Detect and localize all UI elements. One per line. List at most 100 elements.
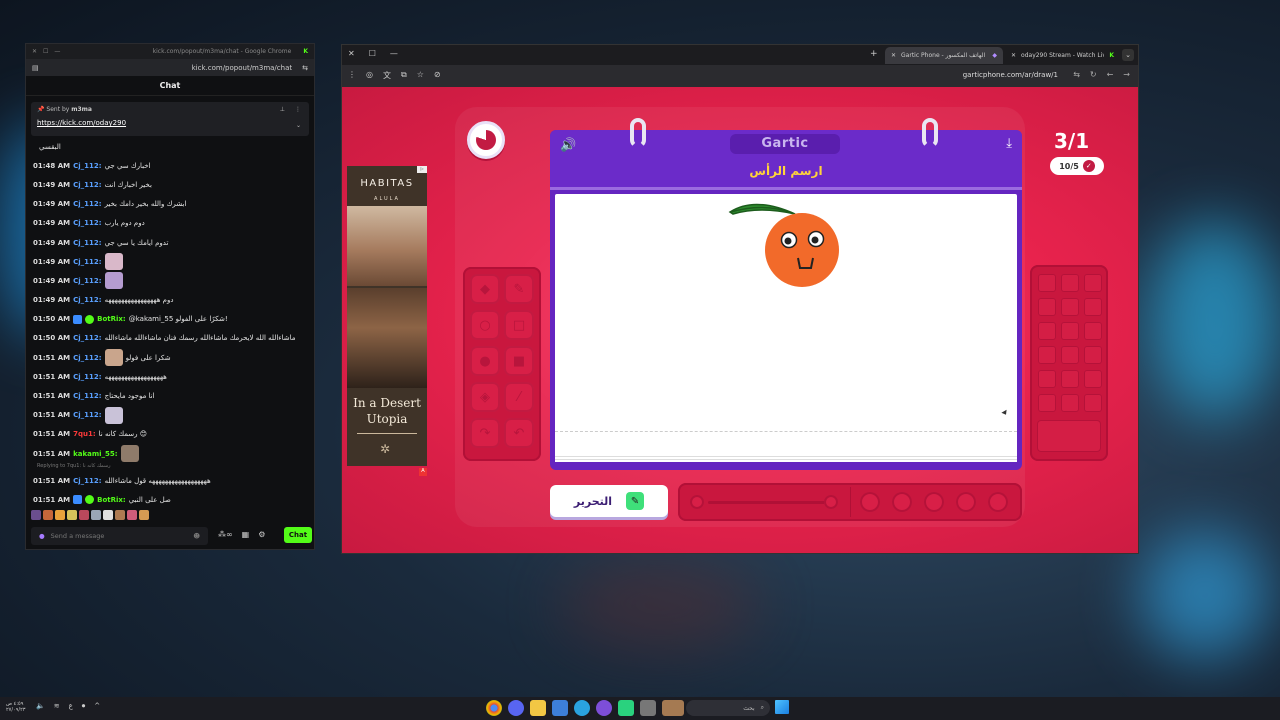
- minimize-icon[interactable]: —: [54, 48, 60, 55]
- color-swatch[interactable]: [1084, 274, 1102, 292]
- color-swatch[interactable]: [1084, 346, 1102, 364]
- message-username[interactable]: Cj_112:: [73, 334, 101, 342]
- maximize-icon[interactable]: ☐: [369, 49, 376, 58]
- emote-icon[interactable]: [79, 510, 89, 520]
- drawing-canvas[interactable]: [555, 194, 1017, 462]
- message-username[interactable]: Cj_112:: [73, 277, 101, 285]
- maximize-icon[interactable]: ☐: [43, 48, 48, 55]
- emote-icon[interactable]: [139, 510, 149, 520]
- message-username[interactable]: Cj_112:: [73, 354, 101, 362]
- message-username[interactable]: Cj_112:: [73, 392, 101, 400]
- pinned-message[interactable]: 📌 Sent by m3ma https://kick.com/oday290 …: [31, 102, 309, 136]
- screenshot-icon[interactable]: ⧉: [401, 70, 407, 81]
- windows-start-icon[interactable]: [775, 700, 789, 714]
- message-username[interactable]: Cj_112:: [73, 373, 101, 381]
- ad-close-icon[interactable]: A: [419, 468, 427, 476]
- color-swatch[interactable]: [1038, 322, 1056, 340]
- close-icon[interactable]: ✕: [891, 52, 896, 59]
- viewers-icon[interactable]: ⁂∞: [218, 530, 233, 539]
- back-icon[interactable]: ←: [1107, 70, 1114, 79]
- menu-icon[interactable]: ⋮: [348, 70, 356, 81]
- pin-icon[interactable]: ⊥: [280, 106, 285, 113]
- filled-rectangle-tool[interactable]: ■: [504, 346, 534, 376]
- message-username[interactable]: kakami_55:: [73, 450, 118, 458]
- new-tab-button[interactable]: +: [870, 49, 878, 59]
- message-username[interactable]: Cj_112:: [73, 296, 101, 304]
- telegram-icon[interactable]: [574, 700, 590, 716]
- discord-icon[interactable]: [508, 700, 524, 716]
- emote-bar[interactable]: [31, 508, 149, 522]
- message-username[interactable]: Cj_112:: [73, 162, 101, 170]
- chevron-up-icon[interactable]: ^: [94, 702, 100, 711]
- fill-tool[interactable]: ◆: [470, 274, 500, 304]
- chat-message[interactable]: 01:50 AM BotRix: @kakami_55 شكرًا على الفو…: [33, 310, 311, 329]
- extension-icon[interactable]: ◎: [366, 70, 373, 81]
- emote-icon[interactable]: [67, 510, 77, 520]
- color-swatch[interactable]: [1084, 370, 1102, 388]
- forward-icon[interactable]: →: [1123, 70, 1130, 79]
- tab-search-button[interactable]: ⌄: [1122, 49, 1134, 61]
- photos-icon[interactable]: [552, 700, 568, 716]
- chrome-icon[interactable]: [486, 700, 502, 716]
- pinned-link[interactable]: https://kick.com/oday290: [37, 119, 303, 127]
- color-swatch[interactable]: [1061, 274, 1079, 292]
- tab-gartic[interactable]: ✕ Gartic Phone - الهاتف المكسور ◆: [885, 47, 1003, 64]
- chat-message[interactable]: 01:49 AM Cj_112: بخير اخبارك انت: [33, 175, 311, 194]
- more-options-icon[interactable]: ⋮: [295, 106, 301, 113]
- microphone-icon[interactable]: ⏺: [82, 702, 86, 711]
- color-swatch[interactable]: [1061, 322, 1079, 340]
- tune-icon[interactable]: ⇆: [1073, 70, 1080, 79]
- eraser-tool[interactable]: ◈: [470, 382, 500, 412]
- microphone-icon[interactable]: ●: [39, 532, 45, 540]
- camera-off-icon[interactable]: ⊘: [434, 70, 441, 81]
- emote-icon[interactable]: [43, 510, 53, 520]
- message-username[interactable]: Cj_112:: [73, 181, 101, 189]
- chat-message[interactable]: 01:48 AM Cj_112: اخبارك سي جي: [33, 156, 311, 175]
- chat-message[interactable]: 01:49 AM Cj_112: دوم ههههههههههههههههه: [33, 291, 311, 310]
- message-username[interactable]: Cj_112:: [73, 219, 101, 227]
- color-swatch[interactable]: [1061, 346, 1079, 364]
- slider-knob-left[interactable]: [690, 495, 704, 509]
- chat-message[interactable]: 01:51 AM Cj_112: ههههههههههههههههههه: [33, 367, 311, 386]
- undo-tool[interactable]: ↶: [504, 418, 534, 448]
- pen-tool[interactable]: ✎: [504, 274, 534, 304]
- emoji-icon[interactable]: ☻: [193, 532, 200, 540]
- close-icon[interactable]: ✕: [348, 49, 355, 58]
- close-icon[interactable]: ✕: [1011, 52, 1016, 59]
- color-swatch[interactable]: [1061, 370, 1079, 388]
- chat-message[interactable]: 01:51 AM Cj_112: شكرا على فولو: [33, 348, 311, 367]
- site-info-icon[interactable]: ▤: [32, 64, 39, 72]
- app-window-icon[interactable]: [640, 700, 656, 716]
- message-username[interactable]: BotRix:: [97, 315, 126, 323]
- chat-message[interactable]: 01:51 AM 7qu1: رسمك كانه نا 😊: [33, 425, 311, 444]
- color-swatch[interactable]: [1084, 322, 1102, 340]
- file-explorer-icon[interactable]: [530, 700, 546, 716]
- chat-url[interactable]: kick.com/popout/m3ma/chat: [39, 64, 303, 72]
- color-swatch[interactable]: [1038, 298, 1056, 316]
- message-username[interactable]: Cj_112:: [73, 200, 101, 208]
- rectangle-tool[interactable]: □: [504, 310, 534, 340]
- color-swatch[interactable]: [1038, 346, 1056, 364]
- color-swatch[interactable]: [1061, 298, 1079, 316]
- emote-icon[interactable]: [103, 510, 113, 520]
- selected-color-swatch[interactable]: [1037, 420, 1101, 452]
- emote-icon[interactable]: [91, 510, 101, 520]
- speaker-icon[interactable]: 🔊: [560, 138, 576, 153]
- advertisement[interactable]: ▷ HABITAS ALULA In a Desert Utopia ✲ A: [347, 166, 427, 476]
- color-swatch[interactable]: [1061, 394, 1079, 412]
- filled-circle-tool[interactable]: ●: [470, 346, 500, 376]
- chat-message[interactable]: 01:51 AM Cj_112: انا موجود مايحتاج: [33, 386, 311, 405]
- tab-stream[interactable]: ✕ oday290 Stream - Watch Live o... K: [1005, 47, 1120, 64]
- message-username[interactable]: 7qu1:: [73, 430, 96, 438]
- slider-knob-right[interactable]: [824, 495, 838, 509]
- reload-icon[interactable]: ↻: [1090, 70, 1097, 79]
- minimize-icon[interactable]: —: [390, 49, 398, 58]
- clock[interactable]: ٤:٥٩ ص ٢٧/٠٩/٢٣: [6, 701, 25, 714]
- color-swatch[interactable]: [1084, 298, 1102, 316]
- translate-icon[interactable]: 文: [383, 70, 391, 81]
- chat-message[interactable]: 01:51 AM Cj_112: ههههههههههههههههههه قول م…: [33, 471, 311, 490]
- chat-message[interactable]: 01:49 AM Cj_112: ابشرك والله بخير دامك بخي…: [33, 195, 311, 214]
- brush-size-xs[interactable]: [988, 492, 1008, 512]
- chat-message[interactable]: 01:51 AM BotRix: صل على النبي: [33, 490, 311, 509]
- gift-icon[interactable]: ▦: [242, 530, 250, 539]
